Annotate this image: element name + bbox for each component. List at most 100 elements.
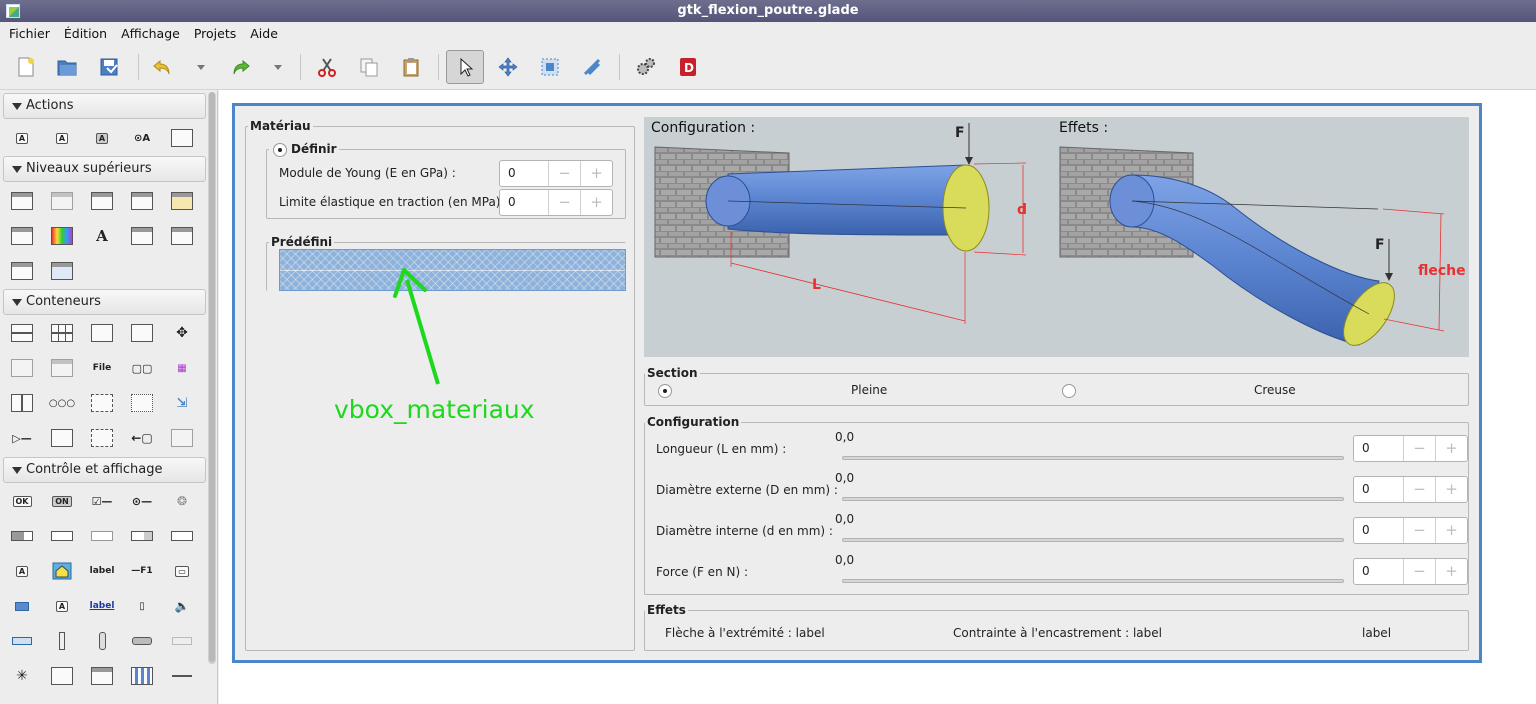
- menu-button-icon[interactable]: ▭: [170, 560, 194, 582]
- devhelp-button[interactable]: D: [669, 50, 707, 84]
- force-spin-button[interactable]: 0 − +: [1353, 558, 1468, 585]
- recent-action-icon[interactable]: ⊙A: [130, 127, 154, 149]
- limite-decrement-button[interactable]: −: [548, 190, 580, 215]
- label-widget-icon[interactable]: label: [90, 560, 115, 582]
- check-button-icon[interactable]: ☑—: [90, 490, 114, 512]
- paned-icon[interactable]: [50, 357, 74, 379]
- vscale-icon[interactable]: [50, 630, 74, 652]
- image-widget-icon[interactable]: [50, 560, 74, 582]
- palette-section-actions[interactable]: Actions: [3, 93, 206, 119]
- scrolled-window-icon[interactable]: [90, 392, 114, 414]
- horizontal-separator-icon[interactable]: [170, 665, 194, 687]
- alignment-edit-button[interactable]: [573, 50, 611, 84]
- notebook-icon[interactable]: [90, 322, 114, 344]
- box-icon[interactable]: [10, 322, 34, 344]
- menu-projets[interactable]: Projets: [187, 26, 243, 41]
- force-increment-button[interactable]: +: [1435, 559, 1467, 584]
- paste-button[interactable]: [392, 50, 430, 84]
- file-chooser-dialog-icon[interactable]: [130, 225, 154, 247]
- menu-aide[interactable]: Aide: [243, 26, 285, 41]
- menu-affichage[interactable]: Affichage: [114, 26, 187, 41]
- offscreen-window-icon[interactable]: [50, 190, 74, 212]
- longueur-value[interactable]: 0: [1354, 436, 1403, 461]
- definir-radio[interactable]: [273, 143, 287, 157]
- overlay-icon[interactable]: ←▢: [130, 427, 154, 449]
- toolbar-widget-icon[interactable]: ▦: [170, 357, 194, 379]
- message-dialog-icon[interactable]: [170, 190, 194, 212]
- young-spin-button[interactable]: 0 − +: [499, 160, 613, 187]
- redo-button[interactable]: [222, 50, 260, 84]
- alignment-icon[interactable]: [50, 427, 74, 449]
- limite-increment-button[interactable]: +: [580, 190, 612, 215]
- section-pleine-label[interactable]: Pleine: [851, 383, 887, 397]
- application-window-icon[interactable]: [90, 190, 114, 212]
- about-dialog-icon[interactable]: [10, 225, 34, 247]
- app-chooser-dialog-icon[interactable]: [50, 260, 74, 282]
- link-button-icon[interactable]: A: [50, 595, 74, 617]
- tree-view-icon[interactable]: [90, 665, 114, 687]
- text-view-icon[interactable]: [50, 665, 74, 687]
- diametre-externe-slider[interactable]: [842, 497, 1344, 501]
- aspect-frame-icon[interactable]: [90, 427, 114, 449]
- section-pleine-radio[interactable]: [658, 384, 672, 398]
- menu-fichier[interactable]: Fichier: [2, 26, 57, 41]
- link-label-icon[interactable]: label: [90, 595, 115, 617]
- undo-dropdown-button[interactable]: [186, 50, 216, 84]
- palette-section-containers[interactable]: Conteneurs: [3, 289, 206, 315]
- dialog-icon[interactable]: [130, 190, 154, 212]
- palette-scrollbar-thumb[interactable]: [209, 92, 215, 662]
- force-decrement-button[interactable]: −: [1403, 559, 1435, 584]
- password-entry-icon[interactable]: [90, 525, 114, 547]
- progress-bar-icon[interactable]: [10, 595, 34, 617]
- drag-resize-button[interactable]: [489, 50, 527, 84]
- undo-button[interactable]: [143, 50, 181, 84]
- listbox-icon[interactable]: [10, 357, 34, 379]
- toggle-action-icon[interactable]: A: [50, 127, 74, 149]
- copy-button[interactable]: [350, 50, 388, 84]
- palette-section-toplevels[interactable]: Niveaux supérieurs: [3, 156, 206, 182]
- diametre-externe-spin-button[interactable]: 0 − +: [1353, 476, 1468, 503]
- diametre-externe-increment-button[interactable]: +: [1435, 477, 1467, 502]
- accel-label-icon[interactable]: —F1: [130, 560, 154, 582]
- young-value[interactable]: 0: [500, 161, 548, 186]
- action-icon[interactable]: A: [10, 127, 34, 149]
- window-icon[interactable]: [10, 190, 34, 212]
- combo-box-text-icon[interactable]: A: [10, 560, 34, 582]
- button-widget-icon[interactable]: OK: [10, 490, 34, 512]
- event-box-icon[interactable]: ⇲: [170, 392, 194, 414]
- diametre-interne-slider[interactable]: [842, 538, 1344, 542]
- action-group-icon[interactable]: [170, 127, 194, 149]
- font-chooser-dialog-icon[interactable]: A: [90, 225, 114, 247]
- separator-widget-icon[interactable]: [170, 630, 194, 652]
- assistant-icon[interactable]: [10, 260, 34, 282]
- menu-edition[interactable]: Édition: [57, 26, 114, 41]
- redo-dropdown-button[interactable]: [263, 50, 293, 84]
- cut-button[interactable]: [308, 50, 346, 84]
- statusbar-icon[interactable]: ○○○: [49, 392, 75, 414]
- preferences-button[interactable]: [627, 50, 665, 84]
- button-box-icon[interactable]: ▢▢: [130, 357, 154, 379]
- diametre-interne-value[interactable]: 0: [1354, 518, 1403, 543]
- margin-edit-button[interactable]: [531, 50, 569, 84]
- color-chooser-dialog-icon[interactable]: [50, 225, 74, 247]
- limite-spin-button[interactable]: 0 − +: [499, 189, 613, 216]
- expander-icon[interactable]: ▷—: [10, 427, 34, 449]
- diametre-interne-spin-button[interactable]: 0 − +: [1353, 517, 1468, 544]
- file-chooser-widget-icon[interactable]: File: [90, 357, 114, 379]
- frame-icon[interactable]: [130, 322, 154, 344]
- viewport-icon[interactable]: [130, 392, 154, 414]
- diametre-externe-decrement-button[interactable]: −: [1403, 477, 1435, 502]
- new-file-button[interactable]: [7, 50, 45, 84]
- icon-view-icon[interactable]: [130, 665, 154, 687]
- spin-button-icon[interactable]: [130, 525, 154, 547]
- fixed-icon[interactable]: ✥: [170, 322, 194, 344]
- scale-icon[interactable]: [10, 630, 34, 652]
- select-pointer-button[interactable]: [446, 50, 484, 84]
- longueur-increment-button[interactable]: +: [1435, 436, 1467, 461]
- section-creuse-radio[interactable]: [1062, 384, 1076, 398]
- longueur-slider[interactable]: [842, 456, 1344, 460]
- diametre-interne-increment-button[interactable]: +: [1435, 518, 1467, 543]
- longueur-spin-button[interactable]: 0 − +: [1353, 435, 1468, 462]
- switch-icon[interactable]: [10, 525, 34, 547]
- recent-chooser-dialog-icon[interactable]: [170, 225, 194, 247]
